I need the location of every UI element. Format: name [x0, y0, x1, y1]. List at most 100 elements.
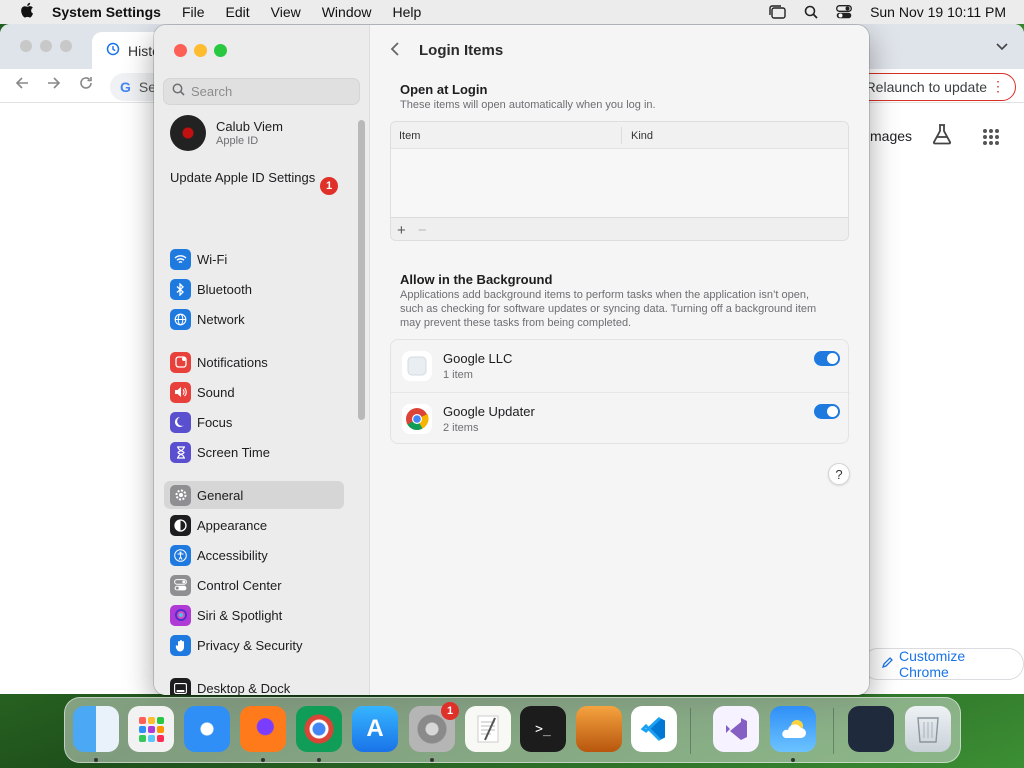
forward-arrow-icon[interactable] [46, 75, 62, 96]
chrome-minimize-button[interactable] [40, 40, 52, 52]
allow-background-description: Applications add background items to per… [400, 289, 817, 329]
sound-icon [170, 381, 191, 403]
sidebar-item-privacy-security[interactable]: Privacy & Security [164, 631, 344, 659]
background-item-name: Google LLC [443, 351, 513, 366]
sidebar-item-label: Appearance [197, 517, 268, 533]
sidebar-item-wi-fi[interactable]: Wi-Fi [164, 245, 344, 273]
menu-window[interactable]: Window [322, 4, 372, 20]
labs-flask-icon[interactable] [930, 122, 954, 151]
accessibility-icon [170, 544, 191, 566]
menu-clock[interactable]: Sun Nov 19 10:11 PM [870, 4, 1006, 20]
app-store-icon[interactable]: A [352, 706, 398, 752]
profile-subtitle: Apple ID [216, 135, 259, 147]
control-center-menu-icon[interactable] [836, 5, 853, 19]
remove-login-item-button[interactable]: − [418, 222, 427, 239]
stage-manager-icon[interactable] [768, 5, 786, 19]
dock: A >_ 1 [64, 697, 961, 763]
sidebar-item-sound[interactable]: Sound [164, 378, 344, 406]
google-llc-toggle[interactable] [814, 351, 840, 366]
running-indicator [261, 758, 265, 762]
sidebar-item-bluetooth[interactable]: Bluetooth [164, 275, 344, 303]
update-badge: 1 [320, 177, 338, 195]
sidebar-search[interactable] [163, 78, 360, 105]
spotlight-search-icon[interactable] [804, 5, 818, 19]
sidebar-item-network[interactable]: Network [164, 305, 344, 333]
gear-icon [170, 484, 191, 506]
profile-name: Calub Viem [216, 119, 283, 134]
customize-chrome-button[interactable]: Customize Chrome [862, 648, 1024, 680]
settings-sidebar: Calub Viem Apple ID Update Apple ID Sett… [154, 25, 370, 695]
apple-menu-icon[interactable] [18, 2, 36, 23]
relaunch-to-update-button[interactable]: Relaunch to update ⋮ [850, 73, 1016, 101]
sidebar-item-notifications[interactable]: Notifications [164, 348, 344, 376]
sidebar-item-label: Sound [197, 384, 235, 400]
textedit-icon[interactable] [465, 706, 511, 752]
sidebar-item-desktop-dock[interactable]: Desktop & Dock [164, 674, 344, 695]
back-arrow-icon[interactable] [14, 75, 30, 96]
list-item: Google LLC 1 item [391, 340, 850, 392]
apple-id-profile[interactable]: Calub Viem Apple ID [170, 115, 350, 151]
notifications-icon [170, 351, 191, 373]
visual-studio-icon[interactable] [713, 706, 759, 752]
search-input[interactable] [191, 84, 351, 99]
menu-view[interactable]: View [271, 4, 301, 20]
login-items-pane: Login Items Open at Login These items wi… [370, 25, 869, 695]
sidebar-item-appearance[interactable]: Appearance [164, 511, 344, 539]
sidebar-item-label: Focus [197, 414, 233, 430]
chrome-icon[interactable] [296, 706, 342, 752]
menu-file[interactable]: File [182, 4, 205, 20]
window-minimize-button[interactable] [194, 44, 207, 57]
google-updater-toggle[interactable] [814, 404, 840, 419]
chrome-app-icon [402, 404, 432, 434]
sidebar-scrollbar[interactable] [358, 120, 365, 420]
avatar [170, 115, 206, 151]
google-llc-app-icon [402, 351, 432, 381]
sidebar-item-general[interactable]: General [164, 481, 344, 509]
sidebar-item-label: Privacy & Security [197, 637, 303, 653]
firefox-icon[interactable] [240, 706, 286, 752]
window-zoom-button[interactable] [214, 44, 227, 57]
weather-icon[interactable] [770, 706, 816, 752]
sidebar-item-label: Notifications [197, 354, 268, 370]
menu-edit[interactable]: Edit [226, 4, 250, 20]
system-settings-window: Calub Viem Apple ID Update Apple ID Sett… [154, 25, 869, 695]
focus-moon-icon [170, 411, 191, 433]
sidebar-item-label: Wi-Fi [197, 251, 228, 267]
finder-icon[interactable] [73, 706, 119, 752]
back-chevron-icon[interactable] [390, 41, 400, 62]
sidebar-item-label: Accessibility [197, 547, 268, 563]
google-apps-grid-icon[interactable] [982, 128, 1000, 151]
appearance-icon [170, 514, 191, 536]
more-vertical-icon[interactable]: ⋮ [991, 78, 1005, 95]
column-item-header[interactable]: Item [399, 130, 420, 142]
customize-chrome-label: Customize Chrome [899, 648, 966, 680]
history-icon [106, 42, 120, 59]
vscode-icon[interactable] [631, 706, 677, 752]
garageband-icon[interactable] [576, 706, 622, 752]
sidebar-item-focus[interactable]: Focus [164, 408, 344, 436]
add-login-item-button[interactable]: + [397, 222, 406, 239]
screenshot-icon[interactable] [848, 706, 894, 752]
safari-icon[interactable] [184, 706, 230, 752]
sidebar-item-accessibility[interactable]: Accessibility [164, 541, 344, 569]
system-settings-badge: 1 [441, 702, 459, 720]
terminal-icon[interactable]: >_ [520, 706, 566, 752]
sidebar-item-screen-time[interactable]: Screen Time [164, 438, 344, 466]
window-close-button[interactable] [174, 44, 187, 57]
chrome-close-button[interactable] [20, 40, 32, 52]
menu-app-name[interactable]: System Settings [52, 4, 161, 20]
dock-separator [690, 708, 691, 754]
running-indicator [94, 758, 98, 762]
images-link[interactable]: mages [870, 128, 912, 144]
sidebar-item-siri-spotlight[interactable]: Siri & Spotlight [164, 601, 344, 629]
launchpad-icon[interactable] [128, 706, 174, 752]
reload-icon[interactable] [78, 75, 94, 96]
menu-help[interactable]: Help [393, 4, 422, 20]
list-item: Google Updater 2 items [391, 392, 850, 444]
column-kind-header[interactable]: Kind [631, 130, 653, 142]
trash-icon[interactable] [905, 706, 951, 752]
help-button[interactable]: ? [828, 463, 850, 485]
tab-search-chevron-icon[interactable] [996, 38, 1008, 54]
chrome-maximize-button[interactable] [60, 40, 72, 52]
sidebar-item-control-center[interactable]: Control Center [164, 571, 344, 599]
